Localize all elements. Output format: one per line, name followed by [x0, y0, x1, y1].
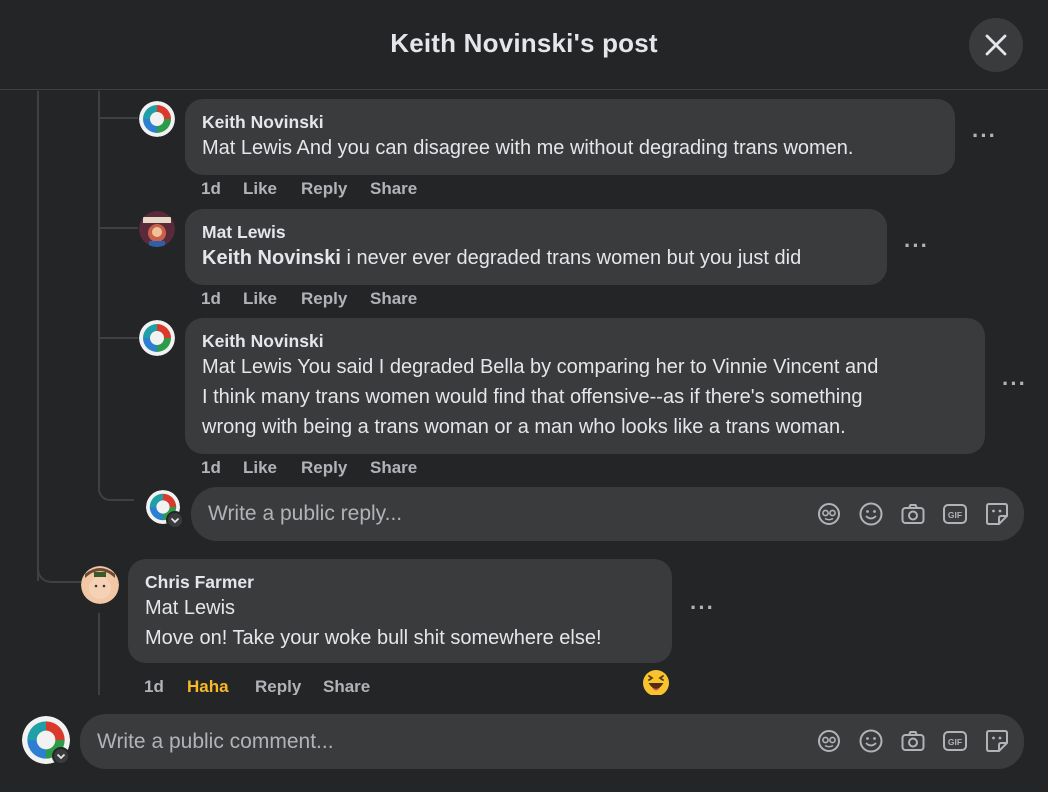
comment-text: Keith Novinski i never ever degraded tra… — [202, 247, 802, 269]
share-button[interactable]: Share — [323, 677, 370, 695]
more-options-button[interactable]: ··· — [1002, 373, 1027, 395]
avatar-sticker-icon[interactable] — [816, 501, 842, 527]
comment-text: wrong with being a trans woman or a man … — [202, 416, 846, 438]
haha-reaction-icon[interactable] — [642, 669, 670, 695]
keith-avatar-icon — [139, 320, 175, 356]
chevron-down-icon[interactable] — [52, 747, 70, 765]
input-toolbar: GIF — [816, 728, 1016, 754]
chevron-down-icon[interactable] — [166, 511, 184, 529]
comment-input-placeholder: Write a public comment... — [97, 730, 334, 753]
like-button[interactable]: Like — [243, 289, 277, 309]
svg-text:GIF: GIF — [948, 737, 962, 747]
keith-avatar-icon — [139, 101, 175, 137]
comment-thread: Keith Novinski Mat Lewis And you can dis… — [0, 91, 1048, 695]
sticker-icon[interactable] — [984, 728, 1010, 754]
comment-author[interactable]: Keith Novinski — [202, 111, 938, 133]
mention-link[interactable]: Keith Novinski — [202, 247, 341, 269]
like-button[interactable]: Like — [243, 458, 277, 478]
share-button[interactable]: Share — [370, 458, 417, 478]
thread-connector — [98, 99, 138, 119]
camera-icon[interactable] — [900, 728, 926, 754]
like-button[interactable]: Like — [243, 179, 277, 199]
comment-author[interactable]: Chris Farmer — [145, 571, 655, 593]
comment-bubble: Mat Lewis Keith Novinski i never ever de… — [185, 209, 887, 285]
haha-reaction-label[interactable]: Haha — [187, 677, 229, 695]
avatar-sticker-icon[interactable] — [816, 728, 842, 754]
thread-connector — [98, 209, 138, 229]
input-toolbar: GIF — [816, 501, 1016, 527]
reply-button[interactable]: Reply — [255, 677, 301, 695]
comment-bubble: Chris Farmer Mat Lewis Move on! Take you… — [128, 559, 672, 663]
close-button[interactable] — [969, 18, 1023, 72]
comment-text: Mat Lewis And you can disagree with me w… — [202, 137, 854, 159]
comment-author[interactable]: Keith Novinski — [202, 330, 968, 352]
gif-icon[interactable]: GIF — [942, 728, 968, 754]
thread-connector — [37, 561, 81, 583]
share-button[interactable]: Share — [370, 289, 417, 309]
reply-button[interactable]: Reply — [301, 289, 347, 309]
thread-line-chris — [98, 613, 100, 695]
comment-text: Mat Lewis You said I degraded Bella by c… — [202, 356, 879, 378]
mention-link[interactable]: Mat Lewis — [202, 356, 292, 378]
avatar[interactable] — [139, 320, 175, 356]
share-button[interactable]: Share — [370, 179, 417, 199]
more-options-button[interactable]: ··· — [972, 125, 997, 147]
timestamp[interactable]: 1d — [144, 677, 164, 695]
reply-button[interactable]: Reply — [301, 179, 347, 199]
camera-icon[interactable] — [900, 501, 926, 527]
timestamp[interactable]: 1d — [201, 289, 221, 309]
post-dialog-header: Keith Novinski's post — [0, 0, 1048, 90]
reply-button[interactable]: Reply — [301, 458, 347, 478]
timestamp[interactable]: 1d — [201, 179, 221, 199]
emoji-icon[interactable] — [858, 501, 884, 527]
reply-input-placeholder: Write a public reply... — [208, 502, 403, 525]
close-icon — [985, 34, 1007, 56]
comment-text: Mat Lewis — [145, 597, 236, 619]
svg-text:GIF: GIF — [948, 510, 962, 520]
comment-input[interactable]: Write a public comment... GIF — [80, 714, 1024, 769]
comment-author[interactable]: Mat Lewis — [202, 221, 870, 243]
timestamp[interactable]: 1d — [201, 458, 221, 478]
emoji-icon[interactable] — [858, 728, 884, 754]
reply-input[interactable]: Write a public reply... GIF — [191, 487, 1024, 541]
comment-text: I think many trans women would find that… — [202, 386, 863, 408]
gif-icon[interactable]: GIF — [942, 501, 968, 527]
comment-text: Move on! Take your woke bull shit somewh… — [145, 627, 602, 649]
thread-line-inner — [98, 91, 100, 491]
comment-bubble: Keith Novinski Mat Lewis You said I degr… — [185, 318, 985, 454]
thread-connector — [98, 489, 134, 501]
more-options-button[interactable]: ··· — [690, 597, 715, 619]
mention-link[interactable]: Mat Lewis — [202, 137, 292, 159]
comment-bubble: Keith Novinski Mat Lewis And you can dis… — [185, 99, 955, 175]
avatar[interactable] — [139, 211, 175, 247]
chris-avatar-icon — [81, 566, 119, 604]
sticker-icon[interactable] — [984, 501, 1010, 527]
dialog-title: Keith Novinski's post — [390, 28, 658, 58]
thread-line-outer — [37, 91, 39, 581]
avatar[interactable] — [139, 101, 175, 137]
comment-composer: Write a public comment... GIF — [0, 695, 1048, 792]
more-options-button[interactable]: ··· — [904, 235, 929, 257]
mat-avatar-icon — [139, 211, 175, 247]
avatar[interactable] — [81, 566, 119, 604]
thread-connector — [98, 319, 138, 339]
